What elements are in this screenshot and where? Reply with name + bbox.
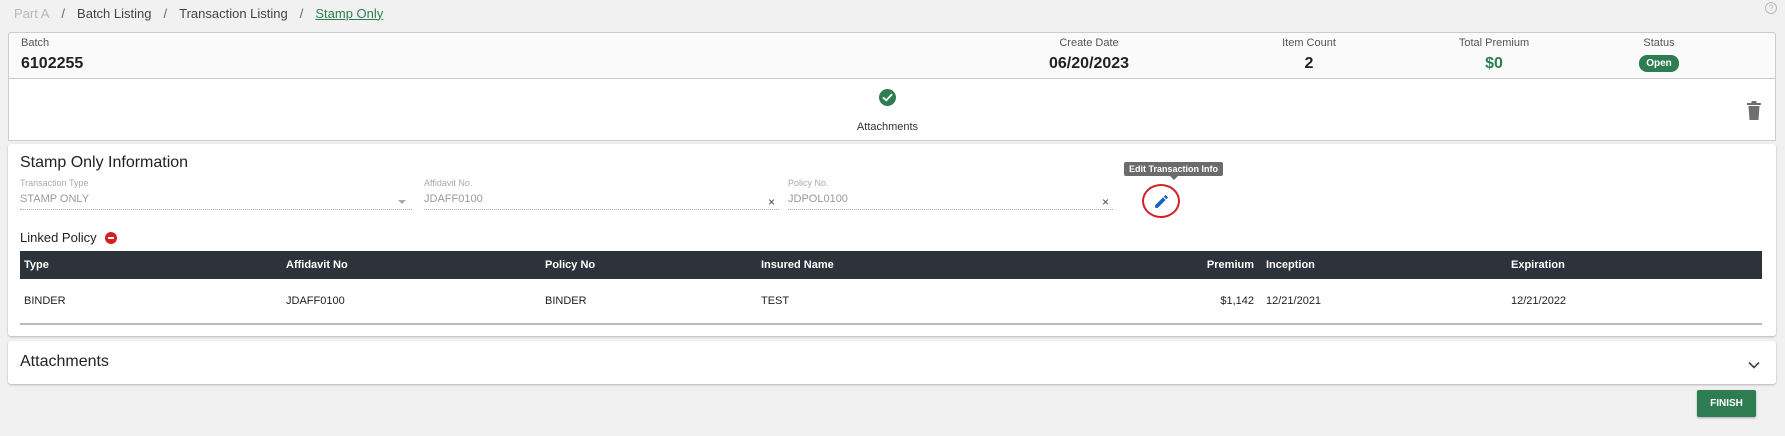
- status-field: Status Open: [1609, 36, 1709, 72]
- pencil-icon: [1155, 195, 1168, 208]
- transaction-type-value: STAMP ONLY: [20, 193, 90, 205]
- create-date-label: Create Date: [1059, 37, 1119, 49]
- section-title: Stamp Only Information: [20, 154, 189, 171]
- transaction-type-select[interactable]: Transaction Type STAMP ONLY: [20, 178, 412, 210]
- column-header-policy-no[interactable]: Policy No: [545, 251, 595, 279]
- column-header-expiration[interactable]: Expiration: [1511, 251, 1565, 279]
- cell-premium: $1,142: [1220, 295, 1254, 307]
- breadcrumb-stamp-only[interactable]: Stamp Only: [315, 6, 383, 21]
- affidavit-no-field[interactable]: Affidavit No. JDAFF0100 ×: [424, 178, 779, 210]
- clear-icon[interactable]: ×: [1102, 195, 1109, 209]
- policy-no-field[interactable]: Policy No. JDPOL0100 ×: [788, 178, 1113, 210]
- status-label: Status: [1643, 37, 1675, 49]
- edit-transaction-button[interactable]: [1142, 184, 1180, 218]
- policy-no-value: JDPOL0100: [788, 193, 848, 205]
- edit-transaction-tooltip: Edit Transaction Info: [1124, 162, 1224, 180]
- breadcrumb-separator: /: [163, 5, 168, 21]
- attachments-section[interactable]: Attachments: [8, 341, 1776, 384]
- breadcrumb-separator: /: [61, 5, 66, 21]
- affidavit-no-label: Affidavit No.: [424, 178, 473, 188]
- linked-policy-table: Type Affidavit No Policy No Insured Name…: [20, 251, 1762, 325]
- policy-no-label: Policy No.: [788, 178, 829, 188]
- item-count-label: Item Count: [1282, 37, 1336, 49]
- chevron-down-icon[interactable]: [1748, 356, 1760, 374]
- attachments-step: Attachments: [8, 79, 1776, 141]
- linked-policy-label: Linked Policy: [20, 230, 97, 245]
- column-header-insured-name[interactable]: Insured Name: [761, 251, 834, 279]
- transaction-type-label: Transaction Type: [20, 178, 89, 188]
- breadcrumb: Part A / Batch Listing / Transaction Lis…: [14, 4, 383, 22]
- create-date-value: 06/20/2023: [1048, 55, 1130, 72]
- attachments-step-label[interactable]: Attachments: [809, 121, 966, 133]
- affidavit-no-value: JDAFF0100: [424, 193, 483, 205]
- cell-policy-no: BINDER: [545, 295, 587, 307]
- cell-inception: 12/21/2021: [1266, 295, 1322, 307]
- cell-type: BINDER: [24, 295, 66, 307]
- breadcrumb-batch-listing[interactable]: Batch Listing: [77, 6, 151, 21]
- table-row[interactable]: BINDER JDAFF0100 BINDER TEST $1,142 12/2…: [20, 279, 1762, 323]
- batch-summary: Batch 6102255 Create Date 06/20/2023 Ite…: [8, 32, 1776, 79]
- total-premium-field: Total Premium $0: [1429, 36, 1559, 73]
- column-header-inception[interactable]: Inception: [1266, 251, 1315, 279]
- cell-expiration: 12/21/2022: [1511, 295, 1567, 307]
- finish-button[interactable]: FINISH: [1697, 390, 1756, 417]
- total-premium-value: $0: [1485, 55, 1503, 72]
- breadcrumb-separator: /: [299, 5, 304, 21]
- breadcrumb-transaction-listing[interactable]: Transaction Listing: [179, 6, 288, 21]
- cell-insured-name: TEST: [761, 295, 790, 307]
- cell-affidavit-no: JDAFF0100: [286, 295, 345, 307]
- check-circle-icon[interactable]: [879, 89, 896, 106]
- linked-policy-header: Linked Policy: [20, 230, 117, 245]
- remove-circle-icon[interactable]: [104, 231, 117, 244]
- item-count-field: Item Count 2: [1249, 36, 1369, 73]
- status-badge: Open: [1639, 55, 1679, 72]
- column-header-premium[interactable]: Premium: [1207, 251, 1254, 279]
- batch-field: Batch 6102255: [21, 36, 83, 73]
- column-header-type[interactable]: Type: [24, 251, 49, 279]
- item-count-value: 2: [1304, 55, 1314, 72]
- column-header-affidavit-no[interactable]: Affidavit No: [286, 251, 348, 279]
- trash-icon[interactable]: [1747, 101, 1761, 125]
- create-date-field: Create Date 06/20/2023: [1029, 36, 1149, 73]
- clear-icon[interactable]: ×: [768, 195, 775, 209]
- dropdown-caret-icon[interactable]: [398, 200, 406, 204]
- batch-label: Batch: [21, 37, 50, 49]
- help-icon[interactable]: ?: [1765, 2, 1777, 14]
- table-header: Type Affidavit No Policy No Insured Name…: [20, 251, 1762, 279]
- total-premium-label: Total Premium: [1458, 37, 1530, 49]
- stamp-only-information: Stamp Only Information Transaction Type …: [8, 144, 1776, 336]
- attachments-section-title: Attachments: [20, 353, 109, 370]
- breadcrumb-part-a[interactable]: Part A: [14, 6, 49, 21]
- batch-value: 6102255: [21, 55, 84, 72]
